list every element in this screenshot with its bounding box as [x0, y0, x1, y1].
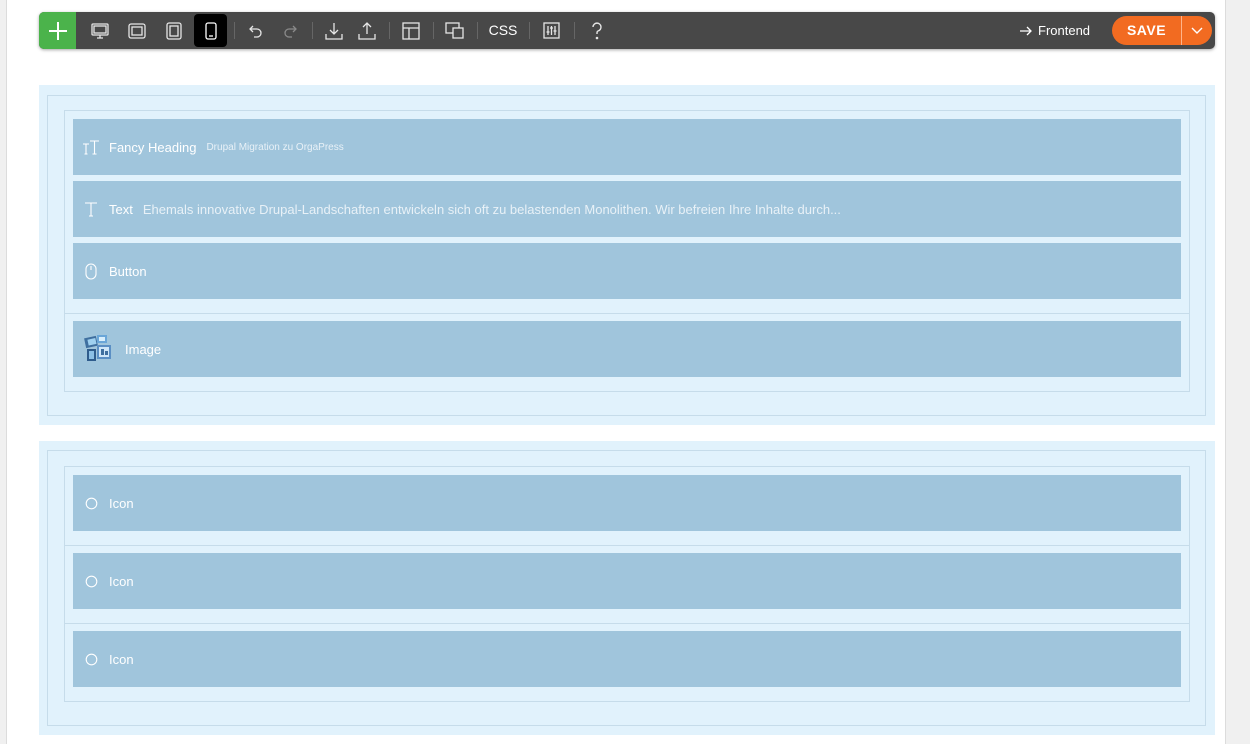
icon-element[interactable]: Icon — [73, 475, 1181, 531]
element-label: Text — [109, 201, 133, 217]
text-element[interactable]: Text Ehemals innovative Drupal-Landschaf… — [73, 181, 1181, 237]
undo-button[interactable] — [239, 14, 272, 47]
toolbar-separator — [574, 22, 575, 39]
tablet-portrait-view-button[interactable] — [157, 14, 190, 47]
toolbar-separator — [529, 22, 530, 39]
help-icon — [591, 21, 602, 39]
devices-icon — [445, 22, 464, 39]
element-label: Button — [109, 263, 147, 279]
mobile-icon — [204, 21, 217, 40]
toolbar-separator — [312, 22, 313, 39]
layout-icon — [401, 21, 420, 40]
arrow-right-icon — [1020, 26, 1032, 35]
save-button[interactable]: SAVE — [1112, 16, 1181, 45]
plus-icon — [48, 21, 67, 40]
image-icon — [73, 333, 125, 365]
circle-icon — [73, 653, 109, 666]
sliders-icon — [543, 22, 560, 39]
icon-element[interactable]: Icon — [73, 631, 1181, 687]
css-button[interactable]: CSS — [488, 14, 518, 47]
text-icon — [73, 201, 109, 217]
circle-icon — [73, 497, 109, 510]
circle-icon — [73, 575, 109, 588]
toolbar-separator — [433, 22, 434, 39]
section[interactable]: Fancy Heading Drupal Migration zu OrgaPr… — [39, 85, 1215, 425]
mouse-icon — [73, 262, 109, 280]
upload-icon — [357, 21, 376, 40]
responsive-preview-button[interactable] — [438, 14, 471, 47]
column-divider — [64, 545, 1190, 546]
column-divider — [64, 313, 1190, 314]
import-button[interactable] — [317, 14, 350, 47]
column-divider — [64, 623, 1190, 624]
desktop-icon — [90, 22, 109, 39]
tablet-portrait-icon — [165, 21, 182, 40]
desktop-view-button[interactable] — [83, 14, 116, 47]
builder-toolbar: CSS Frontend SAVE — [39, 12, 1215, 49]
undo-icon — [248, 25, 262, 38]
chevron-down-icon — [1191, 27, 1203, 34]
export-button[interactable] — [350, 14, 383, 47]
toolbar-separator — [234, 22, 235, 39]
button-element[interactable]: Button — [73, 243, 1181, 299]
frontend-label: Frontend — [1038, 23, 1091, 38]
fancy-heading-element[interactable]: Fancy Heading Drupal Migration zu OrgaPr… — [73, 119, 1181, 175]
mobile-view-button[interactable] — [194, 14, 227, 47]
redo-button[interactable] — [273, 14, 306, 47]
icon-element[interactable]: Icon — [73, 553, 1181, 609]
element-label: Icon — [109, 495, 134, 511]
element-label: Icon — [109, 573, 134, 589]
save-options-button[interactable] — [1181, 16, 1212, 45]
element-preview: Ehemals innovative Drupal-Landschaften e… — [142, 201, 841, 217]
element-label: Image — [125, 341, 162, 357]
element-label: Icon — [109, 651, 134, 667]
element-preview: Drupal Migration zu OrgaPress — [206, 141, 344, 153]
fancy-heading-icon — [73, 139, 109, 155]
help-button[interactable] — [580, 14, 613, 47]
section[interactable]: Icon Icon Icon — [39, 441, 1215, 735]
editor-canvas: CSS Frontend SAVE Fancy Heading Drupal M — [6, 0, 1226, 744]
settings-button[interactable] — [535, 14, 568, 47]
toolbar-separator — [389, 22, 390, 39]
image-element[interactable]: Image — [73, 321, 1181, 377]
redo-icon — [283, 25, 297, 38]
download-icon — [324, 22, 343, 40]
tablet-landscape-icon — [127, 22, 146, 39]
add-element-button[interactable] — [39, 12, 76, 49]
templates-button[interactable] — [394, 14, 427, 47]
element-label: Fancy Heading — [109, 139, 197, 155]
frontend-link[interactable]: Frontend — [1019, 14, 1090, 47]
toolbar-separator — [477, 22, 478, 39]
tablet-landscape-view-button[interactable] — [120, 14, 153, 47]
